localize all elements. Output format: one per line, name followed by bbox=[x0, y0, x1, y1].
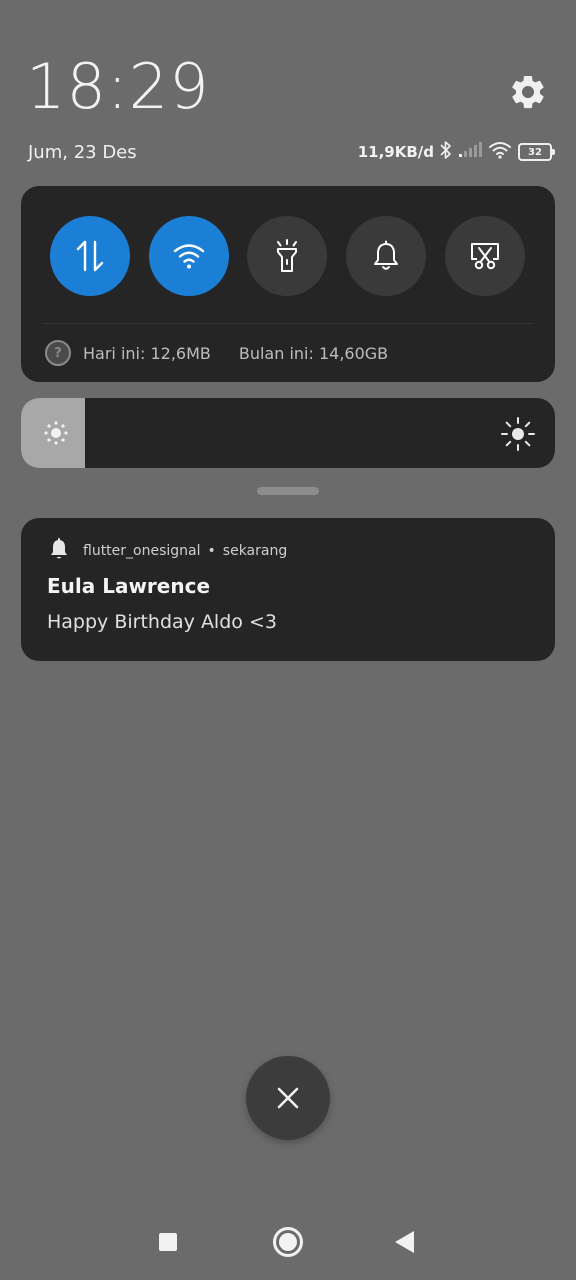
brightness-low-icon bbox=[43, 420, 69, 450]
nav-back-button[interactable] bbox=[395, 1231, 414, 1253]
close-icon bbox=[277, 1087, 299, 1109]
bell-icon bbox=[374, 240, 398, 270]
notification-shade: 18:29 Jum, 23 Des 11,9KB/d 32 ? Hari ini… bbox=[0, 0, 576, 1280]
network-speed: 11,9KB/d bbox=[357, 143, 434, 161]
tile-sound[interactable] bbox=[346, 216, 426, 296]
usage-month: Bulan ini: 14,60GB bbox=[238, 343, 389, 363]
bluetooth-icon bbox=[440, 140, 452, 164]
tile-wifi[interactable] bbox=[149, 216, 229, 296]
notification-header: flutter_onesignal • sekarang bbox=[49, 538, 287, 564]
cellular-signal-icon bbox=[458, 142, 482, 162]
clock[interactable]: 18:29 bbox=[26, 56, 210, 118]
date-label[interactable]: Jum, 23 Des bbox=[28, 142, 137, 163]
nav-home-button[interactable] bbox=[273, 1227, 303, 1257]
data-arrows-icon bbox=[76, 240, 104, 272]
notification-title: Eula Lawrence bbox=[47, 574, 211, 598]
notification-bell-icon bbox=[49, 538, 69, 564]
quick-settings-panel: ? Hari ini: 12,6MB Bulan ini: 14,60GB bbox=[21, 186, 555, 382]
battery-icon: 32 bbox=[518, 143, 555, 161]
notification-card[interactable]: flutter_onesignal • sekarang Eula Lawren… bbox=[21, 518, 555, 661]
tile-flashlight[interactable] bbox=[247, 216, 327, 296]
brightness-slider[interactable] bbox=[21, 398, 555, 468]
data-usage[interactable]: ? Hari ini: 12,6MB Bulan ini: 14,60GB bbox=[45, 340, 388, 366]
clear-notifications-button[interactable] bbox=[246, 1056, 330, 1140]
tile-mobile-data[interactable] bbox=[50, 216, 130, 296]
notification-time: sekarang bbox=[222, 543, 288, 559]
tile-screenshot[interactable] bbox=[445, 216, 525, 296]
usage-today: Hari ini: 12,6MB bbox=[83, 343, 211, 363]
flashlight-icon bbox=[277, 239, 297, 272]
divider bbox=[43, 323, 533, 324]
notification-separator: • bbox=[207, 543, 216, 559]
scissors-icon bbox=[471, 243, 499, 270]
nav-home-icon bbox=[279, 1233, 297, 1251]
wifi-status-icon bbox=[488, 141, 512, 163]
wifi-icon bbox=[173, 244, 205, 269]
shade-drag-handle[interactable] bbox=[257, 487, 319, 495]
notification-body: Happy Birthday Aldo <3 bbox=[47, 611, 277, 633]
notification-app-name: flutter_onesignal bbox=[83, 543, 201, 559]
settings-gear-icon[interactable] bbox=[508, 72, 548, 112]
question-icon: ? bbox=[45, 340, 71, 366]
brightness-high-icon bbox=[501, 417, 535, 455]
status-icons: 11,9KB/d 32 bbox=[357, 140, 555, 164]
nav-recents-button[interactable] bbox=[159, 1233, 177, 1251]
